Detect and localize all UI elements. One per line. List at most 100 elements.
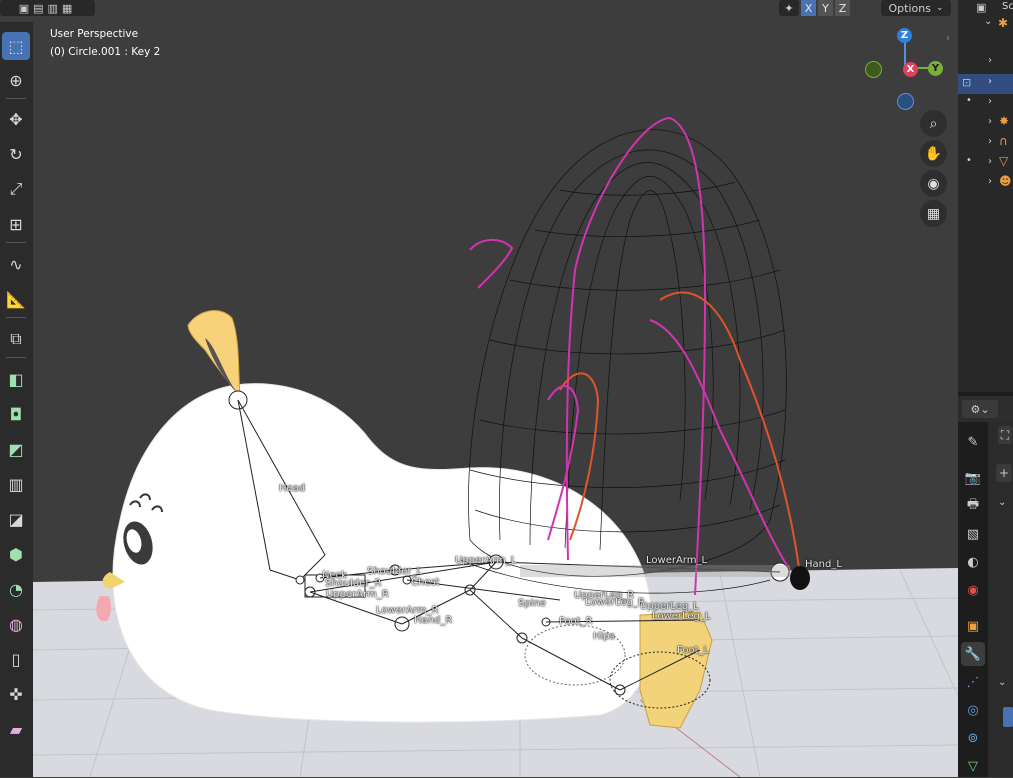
outliner-row[interactable]: • › [958,94,1013,114]
bone-label-spine: Spine [518,598,546,609]
modifier-wrench-icon[interactable]: 🔧 [961,642,985,666]
select-mode-buttons[interactable]: ▣▤▥▦ [0,0,95,16]
mirror-x-button[interactable]: X [801,0,816,16]
object-info: (0) Circle.001 : Key 2 [50,46,161,58]
knife-icon[interactable]: ◪ [2,505,30,533]
view-name: User Perspective [50,28,139,40]
expand-arrow-icon[interactable]: › [988,96,992,107]
data-mesh-icon[interactable]: ▽ [961,754,985,778]
bone-label-shoulder-r: Shoulder_R [325,578,382,589]
inset-icon[interactable]: ◘ [2,400,30,428]
rotate-icon[interactable]: ↻ [2,140,30,168]
expand-arrow-icon[interactable]: › [988,156,992,167]
extrude-icon[interactable]: ◧ [2,365,30,393]
viewport-header: ▣▤▥▦ ✦ X Y Z Options ⌄ [0,0,958,18]
chevron-down-icon: ⌄ [935,3,944,13]
toolbar-divider [6,357,26,358]
scene-render[interactable] [0,0,958,777]
bevel-icon[interactable]: ◩ [2,435,30,463]
bone-label-chest: Chest [411,577,440,588]
world-icon[interactable]: ◉ [961,578,985,602]
editor-type-dropdown[interactable]: ⚙⌄ [962,400,998,418]
bone-label-hips: Hips [593,631,615,642]
edge-slide-icon[interactable]: ▯ [2,645,30,673]
scene-label: Sc [1002,1,1013,12]
chick-mesh [96,310,713,729]
add-cube-icon[interactable]: ⧉ [2,325,30,353]
3d-viewport[interactable]: Head Neck Shoulder_L Shoulder_R Chest Up… [0,0,958,777]
view-layer-icon[interactable]: ▧ [961,522,985,546]
mirror-z-button[interactable]: Z [835,0,850,16]
outliner-row[interactable]: › [958,53,1013,73]
zoom-icon[interactable]: ⌕ [920,110,947,137]
bone-label-hand-r: Hand_R [414,615,453,626]
outliner-row-armature[interactable]: ⌄ ✱ [958,16,1013,36]
smooth-icon[interactable]: ◍ [2,610,30,638]
bone-label-head: Head [279,483,306,494]
output-icon[interactable]: 🖶 [961,494,985,518]
mirror-y-button[interactable]: Y [818,0,833,16]
scene-props-icon[interactable]: ◐ [961,550,985,574]
bone-label-lowerleg-l: LowerLeg_L [652,611,711,622]
expand-arrow-icon[interactable]: › [988,55,992,66]
expand-arrow-icon[interactable]: › [988,136,992,147]
mirror-icon[interactable]: ✦ [779,0,799,16]
select-box-icon[interactable]: ⬚ [2,32,30,60]
outliner-row[interactable]: › ✸ [958,114,1013,134]
transform-icon[interactable]: ⊞ [2,210,30,238]
shrink-fatten-icon[interactable]: ✜ [2,680,30,708]
expand-chevron-icon[interactable]: ⌄ [984,16,992,27]
camera-icon[interactable]: ◉ [920,170,947,197]
particles-icon[interactable]: ⋰ [961,670,985,694]
pan-hand-icon[interactable]: ✋ [920,140,947,167]
scale-icon[interactable]: ⤢ [2,175,30,203]
expand-arrow-icon[interactable]: › [988,76,992,87]
outliner[interactable]: ▣ Sc ⌄ ✱ › ⊡ › • › › ✸ › ∩ • › ▽ › ☻ [958,0,1013,392]
scene-icon: ▣ [976,1,987,14]
dot-icon: • [966,155,972,166]
render-icon[interactable]: 📷 [961,466,985,490]
shear-icon[interactable]: ▰ [2,715,30,743]
outliner-row-selected[interactable]: ⊡ › [958,74,1013,94]
options-dropdown[interactable]: Options ⌄ [881,0,951,16]
gizmo-neg-z-axis[interactable] [897,93,914,110]
skull-icon: ☻ [999,174,1012,188]
bone-label-shoulder-l: Shoulder_L [367,566,423,577]
expand-arrow-icon[interactable]: › [988,176,992,187]
object-props-icon[interactable]: ▣ [961,614,985,638]
outliner-row[interactable]: › ∩ [958,134,1013,154]
properties-header: ⚙⌄ [958,396,1013,422]
tool-shelf: ⬚ ⊕ ✥ ↻ ⤢ ⊞ ∿ 📐 ⧉ ◧ ◘ ◩ ▥ ◪ ⬢ ◔ ◍ ▯ ✜ ▰ [0,22,33,777]
outliner-row[interactable]: › ☻ [958,174,1013,194]
grid-perspective-icon[interactable]: ▦ [920,200,947,227]
right-panels: ▣ Sc ⌄ ✱ › ⊡ › • › › ✸ › ∩ • › ▽ › ☻ ⚙⌄ … [958,0,1013,777]
expand-arrow-icon[interactable]: › [988,116,992,127]
object-type-icon: ⊡ [962,76,972,89]
gizmo-y-axis[interactable]: Y [928,61,943,76]
sidebar-toggle-chevron-icon[interactable]: ‹ [946,33,950,44]
bone-label-foot-l: Foot_L [677,645,710,656]
properties-panel-body[interactable]: ⛶ + ⌄ ⌄ [988,422,1013,777]
loop-cut-icon[interactable]: ▥ [2,470,30,498]
options-label: Options [888,1,931,15]
physics-icon[interactable]: ◎ [961,698,985,722]
collapse-chevron-icon[interactable]: ⌄ [998,677,1006,688]
move-icon[interactable]: ✥ [2,105,30,133]
spin-icon[interactable]: ◔ [2,575,30,603]
add-icon[interactable]: + [996,464,1012,482]
gizmo-neg-y-axis[interactable] [865,61,882,78]
cursor-icon[interactable]: ⊕ [2,66,30,94]
tool-settings-icon[interactable]: ✎ [961,430,985,454]
constraints-icon[interactable]: ⊚ [961,726,985,750]
poly-build-icon[interactable]: ⬢ [2,540,30,568]
measure-icon[interactable]: 📐 [2,285,30,313]
modifier-panel-accent [1003,707,1013,727]
outliner-row[interactable]: • › ▽ [958,154,1013,174]
collapse-chevron-icon[interactable]: ⌄ [998,497,1006,508]
gizmo-z-axis[interactable]: Z [897,28,912,43]
pin-icon[interactable]: ⛶ [998,426,1012,444]
annotate-icon[interactable]: ∿ [2,250,30,278]
gizmo-x-axis[interactable]: X [903,62,918,77]
select-mode-icons: ▣▤▥▦ [18,1,77,15]
bone-label-upperarm-l: UpperArm_L [455,555,517,566]
